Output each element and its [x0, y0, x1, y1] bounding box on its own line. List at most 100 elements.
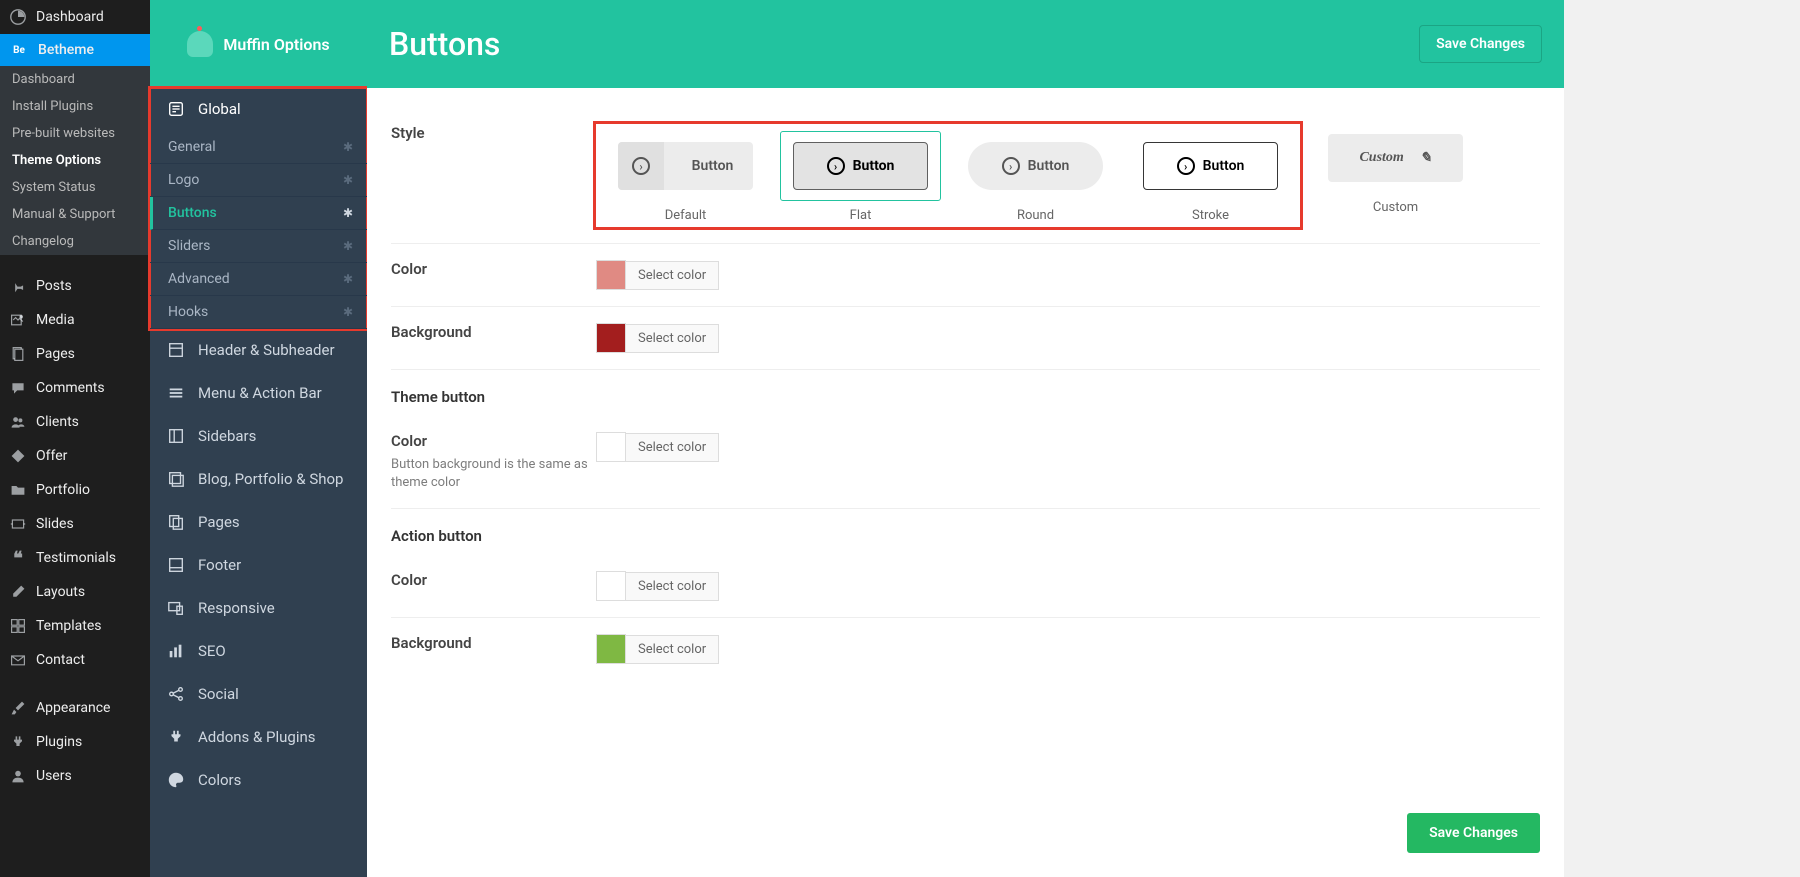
wp-admin-sidebar: Dashboard Be Betheme Dashboard Install P… [0, 0, 150, 877]
select-color-button[interactable]: Select color [626, 433, 719, 462]
templates-icon [8, 616, 28, 636]
mf-item-sidebars[interactable]: Sidebars [150, 415, 367, 458]
sidebar-item-label: Appearance [36, 700, 110, 716]
sidebar-item-comments[interactable]: Comments [0, 371, 150, 405]
pages-icon [8, 344, 28, 364]
style-caption: Custom [1316, 200, 1475, 215]
sidebar-sub-system-status[interactable]: System Status [0, 174, 150, 201]
main-panel: Buttons Save Changes Style ›Button Defau… [367, 0, 1564, 877]
color-swatch[interactable] [596, 432, 626, 462]
panel-header: Buttons Save Changes [367, 0, 1564, 88]
select-color-button[interactable]: Select color [626, 635, 719, 664]
contact-icon [8, 650, 28, 670]
mf-item-menu[interactable]: Menu & Action Bar [150, 372, 367, 415]
select-color-button[interactable]: Select color [626, 324, 719, 353]
sidebar-sub-manual[interactable]: Manual & Support [0, 201, 150, 228]
row-color: Color Select color [391, 244, 1540, 307]
menu-icon [166, 383, 186, 403]
mf-sub-buttons[interactable]: Buttons✱ [150, 197, 367, 230]
sidebar-item-plugins[interactable]: Plugins [0, 725, 150, 759]
sidebar-item-label: Comments [36, 380, 105, 396]
sidebar-sub-prebuilt[interactable]: Pre-built websites [0, 120, 150, 147]
mf-item-footer[interactable]: Footer [150, 544, 367, 587]
sidebar-item-pages[interactable]: Pages [0, 337, 150, 371]
label-theme-color: Color Button background is the same as t… [391, 432, 596, 492]
style-option-default[interactable]: ›Button Default [606, 132, 765, 223]
global-group-highlight: Global General✱ Logo✱ Buttons✱ Sliders✱ … [150, 88, 367, 329]
style-option-round[interactable]: ›Button Round [956, 132, 1115, 223]
section-theme-button: Theme button [391, 370, 1540, 416]
style-options: ›Button Default ›Button Flat ›Button Rou… [596, 124, 1540, 227]
muffin-brand: Muffin Options [150, 0, 367, 88]
style-option-flat[interactable]: ›Button Flat [781, 132, 940, 223]
slides-icon [8, 514, 28, 534]
header-icon [166, 340, 186, 360]
mf-sub-advanced[interactable]: Advanced✱ [150, 263, 367, 296]
sidebar-sub-dashboard[interactable]: Dashboard [0, 66, 150, 93]
gear-icon: ✱ [343, 272, 353, 286]
style-caption: Round [956, 208, 1115, 223]
sidebar-item-layouts[interactable]: Layouts [0, 575, 150, 609]
color-swatch[interactable] [596, 571, 626, 601]
brand-label: Muffin Options [223, 35, 329, 54]
mf-item-label: Responsive [198, 599, 275, 617]
style-option-custom[interactable]: Custom✎ Custom [1316, 124, 1475, 227]
sidebar-item-offer[interactable]: Offer [0, 439, 150, 473]
color-swatch[interactable] [596, 323, 626, 353]
sidebar-item-contact[interactable]: Contact [0, 643, 150, 677]
color-swatch[interactable] [596, 260, 626, 290]
mf-sub-logo[interactable]: Logo✱ [150, 164, 367, 197]
clients-icon [8, 412, 28, 432]
arrow-right-icon: › [1177, 157, 1195, 175]
label-action-background: Background [391, 634, 596, 664]
sidebar-sub-theme-options[interactable]: Theme Options [0, 147, 150, 174]
sidebar-item-portfolio[interactable]: Portfolio [0, 473, 150, 507]
responsive-icon [166, 598, 186, 618]
sidebar-item-dashboard[interactable]: Dashboard [0, 0, 150, 34]
sidebar-item-users[interactable]: Users [0, 759, 150, 793]
label-desc: Button background is the same as theme c… [391, 456, 596, 492]
plugins-icon [8, 732, 28, 752]
select-color-button[interactable]: Select color [626, 572, 719, 601]
mf-item-seo[interactable]: SEO [150, 630, 367, 673]
seo-icon [166, 641, 186, 661]
sidebar-sub-install-plugins[interactable]: Install Plugins [0, 93, 150, 120]
gear-icon: ✱ [343, 305, 353, 319]
sidebar-sub-changelog[interactable]: Changelog [0, 228, 150, 255]
sidebar-item-slides[interactable]: Slides [0, 507, 150, 541]
mf-sub-hooks[interactable]: Hooks✱ [150, 296, 367, 329]
mf-item-blog[interactable]: Blog, Portfolio & Shop [150, 458, 367, 501]
row-background: Background Select color [391, 307, 1540, 370]
sidebar-item-clients[interactable]: Clients [0, 405, 150, 439]
mf-sub-general[interactable]: General✱ [150, 131, 367, 164]
mf-item-colors[interactable]: Colors [150, 759, 367, 802]
mf-item-label: Pages [198, 513, 240, 531]
row-action-background: Background Select color [391, 618, 1540, 680]
mf-item-header[interactable]: Header & Subheader [150, 329, 367, 372]
color-swatch[interactable] [596, 634, 626, 664]
sidebar-item-posts[interactable]: Posts [0, 269, 150, 303]
sidebar-item-label: Templates [36, 618, 102, 634]
mf-item-responsive[interactable]: Responsive [150, 587, 367, 630]
portfolio-icon [8, 480, 28, 500]
mf-item-pages[interactable]: Pages [150, 501, 367, 544]
mf-sub-sliders[interactable]: Sliders✱ [150, 230, 367, 263]
sidebar-item-testimonials[interactable]: ❝Testimonials [0, 541, 150, 575]
betheme-icon: Be [8, 41, 30, 59]
mf-item-global[interactable]: Global [150, 88, 367, 131]
blog-icon [166, 469, 186, 489]
arrow-right-icon: › [827, 157, 845, 175]
save-changes-bottom-button[interactable]: Save Changes [1407, 813, 1540, 853]
sidebar-item-appearance[interactable]: Appearance [0, 691, 150, 725]
mf-item-addons[interactable]: Addons & Plugins [150, 716, 367, 759]
sidebar-item-betheme[interactable]: Be Betheme [0, 34, 150, 66]
mf-item-social[interactable]: Social [150, 673, 367, 716]
save-changes-top-button[interactable]: Save Changes [1419, 25, 1542, 63]
social-icon [166, 684, 186, 704]
style-option-stroke[interactable]: ›Button Stroke [1131, 132, 1290, 223]
mf-item-label: Footer [198, 556, 241, 574]
dashboard-icon [8, 7, 28, 27]
sidebar-item-templates[interactable]: Templates [0, 609, 150, 643]
select-color-button[interactable]: Select color [626, 261, 719, 290]
sidebar-item-media[interactable]: Media [0, 303, 150, 337]
